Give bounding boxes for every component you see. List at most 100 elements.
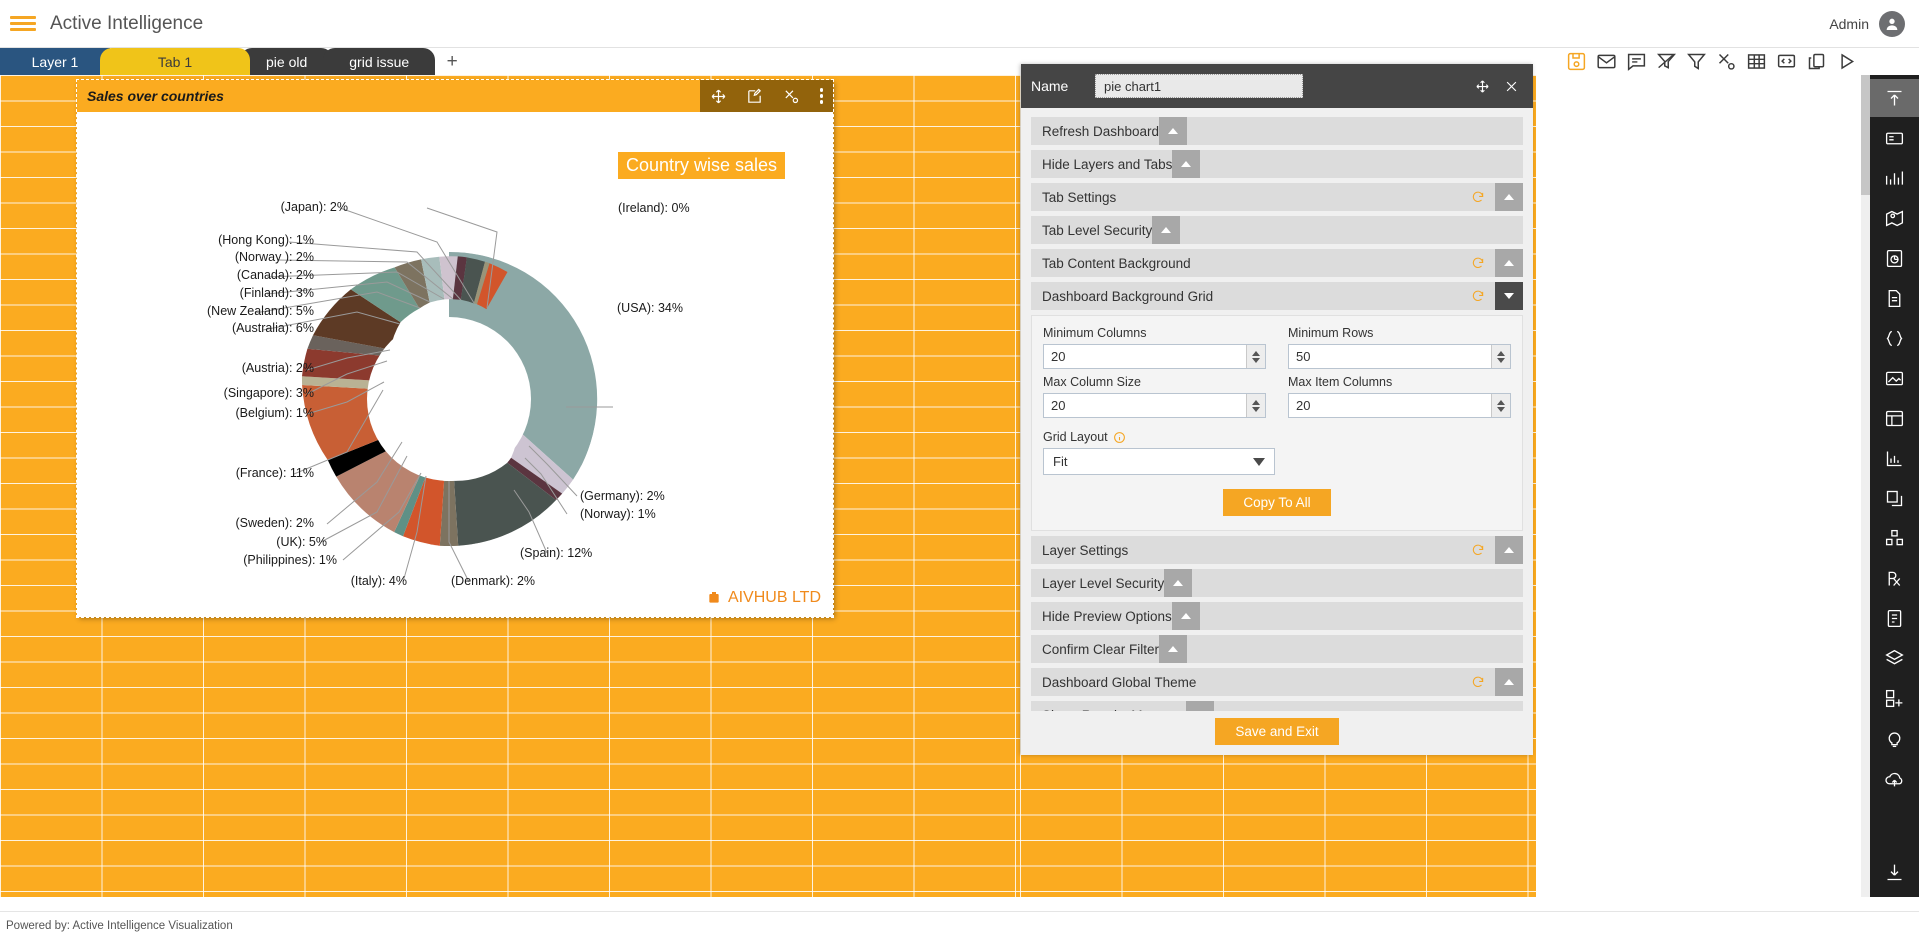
refresh-icon[interactable]	[1471, 675, 1485, 689]
upload-icon	[1887, 90, 1902, 105]
refresh-icon[interactable]	[1471, 543, 1485, 557]
filter-icon[interactable]	[1686, 51, 1707, 72]
rail-item-layers[interactable]	[1870, 639, 1919, 677]
max-column-size-stepper[interactable]	[1043, 393, 1266, 418]
donut-chart[interactable]: (Ireland): 0% (Japan): 2% (Hong Kong): 1…	[77, 112, 833, 617]
play-icon[interactable]	[1836, 51, 1857, 72]
section-confirm-clear-filter[interactable]: Confirm Clear Filter	[1031, 635, 1523, 663]
section-share-restrict-message[interactable]: Share Restrict Message	[1031, 701, 1523, 711]
tab-pie-old[interactable]: pie old	[240, 48, 334, 75]
vertical-scrollbar[interactable]	[1861, 75, 1870, 897]
section-layer-level-security[interactable]: Layer Level Security	[1031, 569, 1523, 597]
section-tab-level-security[interactable]: Tab Level Security	[1031, 216, 1523, 244]
rail-item-pie-doc[interactable]	[1870, 239, 1919, 277]
settings-tools-icon[interactable]	[783, 88, 800, 105]
rail-item-form[interactable]	[1870, 399, 1919, 437]
rail-item-chart[interactable]	[1870, 159, 1919, 197]
rail-item-cubes[interactable]	[1870, 519, 1919, 557]
form-icon	[1885, 410, 1904, 426]
rail-item-bar[interactable]	[1870, 439, 1919, 477]
rail-item-braces[interactable]	[1870, 319, 1919, 357]
more-options-icon[interactable]	[819, 88, 824, 104]
stepper-buttons[interactable]	[1491, 394, 1510, 417]
copy-icon[interactable]	[1806, 51, 1827, 72]
minimum-columns-stepper[interactable]	[1043, 344, 1266, 369]
field-max-column-size: Max Column Size	[1043, 375, 1266, 418]
rail-item-download[interactable]	[1870, 853, 1919, 891]
section-toggle[interactable]	[1152, 216, 1181, 244]
stepper-buttons[interactable]	[1246, 345, 1265, 368]
refresh-icon[interactable]	[1471, 190, 1485, 204]
slice-label: (Hong Kong): 1%	[218, 233, 314, 247]
close-icon[interactable]	[1504, 79, 1519, 94]
refresh-icon[interactable]	[1471, 289, 1485, 303]
duplicate-icon	[1886, 490, 1903, 506]
save-and-exit-button[interactable]: Save and Exit	[1215, 718, 1339, 745]
section-dashboard-background-grid[interactable]: Dashboard Background Grid	[1031, 282, 1523, 310]
panel-header: Name	[1021, 64, 1533, 108]
minimum-rows-input[interactable]	[1289, 345, 1491, 368]
max-column-size-input[interactable]	[1044, 394, 1246, 417]
minimum-columns-input[interactable]	[1044, 345, 1246, 368]
clear-filter-icon[interactable]	[1656, 51, 1677, 72]
stepper-buttons[interactable]	[1491, 345, 1510, 368]
rail-item-rx[interactable]	[1870, 559, 1919, 597]
section-toggle[interactable]	[1495, 249, 1523, 277]
refresh-icon[interactable]	[1471, 256, 1485, 270]
section-toggle[interactable]	[1495, 282, 1523, 310]
code-icon[interactable]	[1776, 51, 1797, 72]
rail-item-bulb[interactable]	[1870, 719, 1919, 757]
rail-item-cloud-upload[interactable]	[1870, 759, 1919, 797]
rail-item-report[interactable]	[1870, 599, 1919, 637]
section-toggle[interactable]	[1495, 668, 1523, 696]
copy-to-all-button[interactable]: Copy To All	[1223, 489, 1331, 516]
hamburger-icon[interactable]	[10, 13, 36, 34]
mail-icon[interactable]	[1596, 51, 1617, 72]
section-toggle[interactable]	[1495, 536, 1523, 564]
max-item-columns-input[interactable]	[1289, 394, 1491, 417]
section-refresh-dashboard[interactable]: Refresh Dashboard	[1031, 117, 1523, 145]
max-item-columns-stepper[interactable]	[1288, 393, 1511, 418]
section-toggle[interactable]	[1164, 569, 1193, 597]
section-toggle[interactable]	[1159, 117, 1188, 145]
section-hide-layers-and-tabs[interactable]: Hide Layers and Tabs	[1031, 150, 1523, 178]
section-toggle[interactable]	[1186, 701, 1215, 711]
save-icon[interactable]	[1566, 51, 1587, 72]
move-panel-icon[interactable]	[1475, 79, 1490, 94]
comment-icon[interactable]	[1626, 51, 1647, 72]
move-icon[interactable]	[710, 88, 727, 105]
section-toggle[interactable]	[1495, 183, 1523, 211]
name-input[interactable]	[1095, 74, 1303, 98]
section-toggle[interactable]	[1171, 602, 1200, 630]
section-tab-content-background[interactable]: Tab Content Background	[1031, 249, 1523, 277]
user-avatar-icon[interactable]	[1879, 10, 1905, 37]
layer-tab-layer-1[interactable]: Layer 1	[0, 48, 110, 75]
tools-icon[interactable]	[1716, 51, 1737, 72]
grid-layout-select[interactable]: Fit	[1043, 448, 1275, 475]
rail-item-add-grid[interactable]	[1870, 679, 1919, 717]
minimum-rows-stepper[interactable]	[1288, 344, 1511, 369]
section-layer-settings[interactable]: Layer Settings	[1031, 536, 1523, 564]
rail-item-upload[interactable]	[1870, 79, 1919, 117]
section-hide-preview-options[interactable]: Hide Preview Options	[1031, 602, 1523, 630]
stepper-buttons[interactable]	[1246, 394, 1265, 417]
rail-item-map[interactable]	[1870, 199, 1919, 237]
tab-grid-issue[interactable]: grid issue	[323, 48, 436, 75]
pie-chart-widget[interactable]: Sales over countries Country wise sales	[76, 79, 834, 618]
field-label: Max Item Columns	[1288, 375, 1393, 389]
table-icon[interactable]	[1746, 51, 1767, 72]
section-toggle[interactable]	[1159, 635, 1188, 663]
slice-label: (Ireland): 0%	[618, 201, 690, 215]
section-toggle[interactable]	[1172, 150, 1201, 178]
section-tab-settings[interactable]: Tab Settings	[1031, 183, 1523, 211]
info-icon[interactable]	[1113, 431, 1126, 444]
tab-tab-1[interactable]: Tab 1	[100, 48, 250, 75]
add-tab-button[interactable]: +	[435, 48, 469, 75]
edit-icon[interactable]	[746, 88, 763, 105]
section-dashboard-global-theme[interactable]: Dashboard Global Theme	[1031, 668, 1523, 696]
rail-item-image[interactable]	[1870, 359, 1919, 397]
rail-item-card[interactable]	[1870, 119, 1919, 157]
rail-item-document[interactable]	[1870, 279, 1919, 317]
tab-label: Tab 1	[157, 53, 193, 70]
rail-item-duplicate[interactable]	[1870, 479, 1919, 517]
